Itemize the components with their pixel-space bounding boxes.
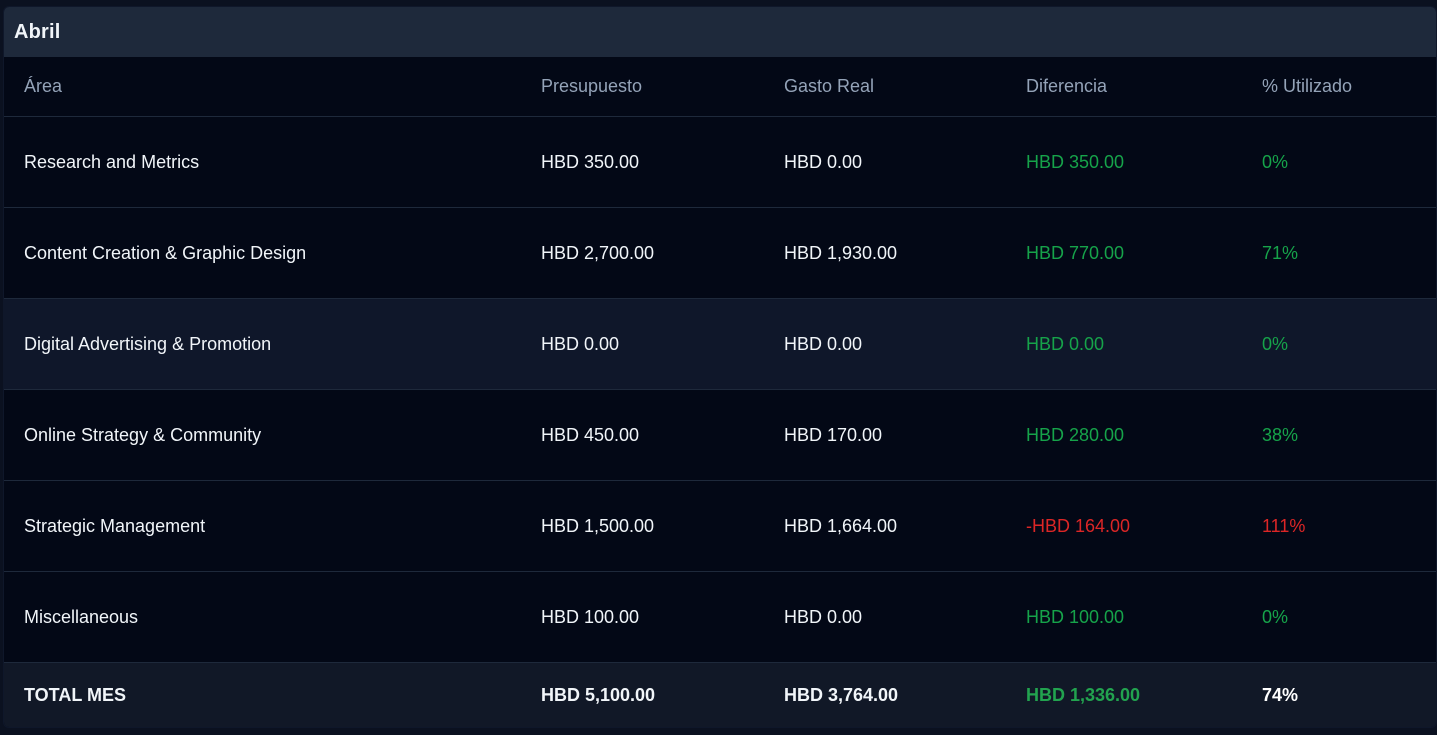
used-percent-cell: 71%: [1262, 242, 1299, 263]
difference-cell: HBD 100.00: [1026, 606, 1125, 627]
table-row: Miscellaneous HBD 100.00 HBD 0.00 HBD 10…: [4, 572, 1436, 663]
column-header-used: % Utilizado: [1262, 76, 1353, 96]
area-cell: Strategic Management: [24, 515, 206, 536]
table-header-row: Área Presupuesto Gasto Real Diferencia %…: [4, 57, 1436, 117]
total-budget: HBD 5,100.00: [541, 685, 656, 705]
month-title: Abril: [4, 7, 1436, 57]
total-row: TOTAL MES HBD 5,100.00 HBD 3,764.00 HBD …: [4, 663, 1436, 727]
budget-card: Abril Área Presupuesto Gasto Real Difere…: [3, 6, 1437, 728]
total-used-percent: 74%: [1262, 685, 1299, 705]
budget-cell: HBD 450.00: [541, 424, 640, 445]
used-percent-cell: 111%: [1262, 515, 1306, 536]
column-header-actual: Gasto Real: [784, 76, 875, 96]
used-percent-cell: 38%: [1262, 424, 1299, 445]
table-row: Digital Advertising & Promotion HBD 0.00…: [4, 299, 1436, 390]
table-row: Online Strategy & Community HBD 450.00 H…: [4, 390, 1436, 481]
used-percent-cell: 0%: [1262, 151, 1289, 172]
actual-cell: HBD 0.00: [784, 151, 863, 172]
difference-cell: HBD 0.00: [1026, 333, 1105, 354]
area-cell: Digital Advertising & Promotion: [24, 333, 272, 354]
used-percent-cell: 0%: [1262, 606, 1289, 627]
actual-cell: HBD 170.00: [784, 424, 883, 445]
budget-table: Área Presupuesto Gasto Real Diferencia %…: [4, 57, 1436, 727]
actual-cell: HBD 0.00: [784, 606, 863, 627]
area-cell: Online Strategy & Community: [24, 424, 262, 445]
used-percent-cell: 0%: [1262, 333, 1289, 354]
area-cell: Content Creation & Graphic Design: [24, 242, 307, 263]
budget-cell: HBD 2,700.00: [541, 242, 655, 263]
budget-cell: HBD 1,500.00: [541, 515, 655, 536]
budget-cell: HBD 350.00: [541, 151, 640, 172]
total-actual: HBD 3,764.00: [784, 685, 899, 705]
table-row: Strategic Management HBD 1,500.00 HBD 1,…: [4, 481, 1436, 572]
actual-cell: HBD 1,664.00: [784, 515, 898, 536]
column-header-area: Área: [24, 76, 63, 96]
area-cell: Miscellaneous: [24, 606, 139, 627]
difference-cell: HBD 350.00: [1026, 151, 1125, 172]
budget-cell: HBD 0.00: [541, 333, 620, 354]
table-row: Research and Metrics HBD 350.00 HBD 0.00…: [4, 117, 1436, 208]
actual-cell: HBD 0.00: [784, 333, 863, 354]
difference-cell: -HBD 164.00: [1026, 515, 1131, 536]
actual-cell: HBD 1,930.00: [784, 242, 898, 263]
total-difference: HBD 1,336.00: [1026, 685, 1141, 705]
column-header-budget: Presupuesto: [541, 76, 643, 96]
column-header-difference: Diferencia: [1026, 76, 1108, 96]
total-label: TOTAL MES: [24, 685, 127, 705]
table-row: Content Creation & Graphic Design HBD 2,…: [4, 208, 1436, 299]
difference-cell: HBD 280.00: [1026, 424, 1125, 445]
budget-cell: HBD 100.00: [541, 606, 640, 627]
difference-cell: HBD 770.00: [1026, 242, 1125, 263]
area-cell: Research and Metrics: [24, 151, 200, 172]
